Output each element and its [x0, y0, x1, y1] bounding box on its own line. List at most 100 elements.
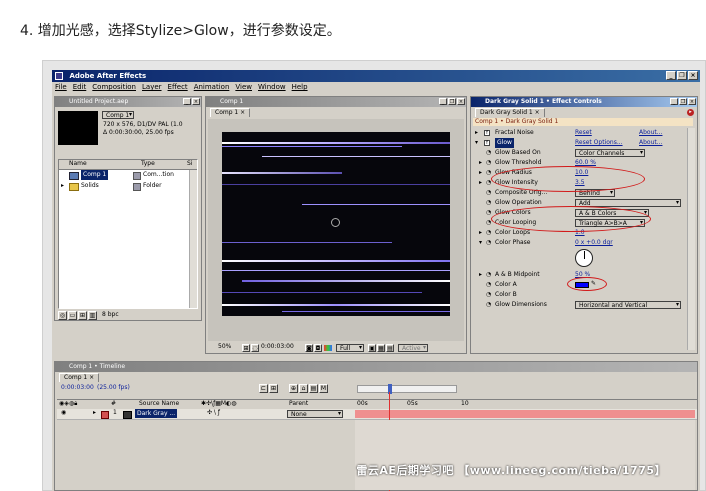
prop-color-phase[interactable]: ▾ ◔ Color Phase 0 x +0.0 dgr	[473, 238, 693, 248]
channel-rgb-icon[interactable]	[324, 345, 332, 351]
fx-icon[interactable]: f	[484, 140, 490, 146]
reset-link[interactable]: Reset	[575, 128, 592, 138]
prop-color-b[interactable]: ◔ Color B	[473, 290, 693, 300]
project-list-item[interactable]: Comp 1 Com...tion	[59, 170, 197, 180]
time-navigator[interactable]	[357, 384, 457, 394]
layer-name[interactable]: Dark Gray ...	[135, 409, 178, 418]
color-phase-value[interactable]: 0 x +0.0 dgr	[575, 238, 613, 248]
tab-timeline-comp-1[interactable]: Comp 1 ×	[59, 373, 100, 382]
stopwatch-icon[interactable]: ◔	[486, 188, 491, 198]
delete-icon[interactable]: ▥	[88, 311, 97, 320]
prop-glow-based-on[interactable]: ◔ Glow Based On Color Channels	[473, 148, 693, 158]
collapse-triangle-icon[interactable]: ▾	[479, 238, 482, 248]
expand-triangle-icon[interactable]: ▸	[479, 228, 482, 238]
col-size[interactable]: Si	[187, 159, 192, 169]
pixel-aspect-icon[interactable]: ▤	[386, 344, 394, 352]
expand-triangle-icon[interactable]: ▸	[61, 181, 64, 191]
effect-row-fractal-noise[interactable]: ▸ f Fractal Noise Reset About...	[473, 128, 693, 138]
stopwatch-icon[interactable]: ◔	[486, 168, 491, 178]
live-update-icon[interactable]: ⊞	[269, 384, 278, 393]
active-camera-dropdown[interactable]: Active	[398, 344, 428, 352]
expand-triangle-icon[interactable]: ▸	[479, 158, 482, 168]
expand-triangle-icon[interactable]: ▸	[479, 178, 482, 188]
stopwatch-icon[interactable]: ◔	[486, 198, 491, 208]
comp-mini-flowchart-icon[interactable]: ⊏	[259, 384, 268, 393]
stopwatch-icon[interactable]: ◔	[486, 158, 491, 168]
expand-triangle-icon[interactable]: ▸	[479, 270, 482, 280]
menu-composition[interactable]: Composition	[92, 82, 136, 93]
col-parent[interactable]: Parent	[289, 399, 308, 409]
reset-options-link[interactable]: Reset Options...	[575, 138, 623, 148]
collapse-triangle-icon[interactable]: ▾	[475, 138, 478, 148]
glow-dimensions-dropdown[interactable]: Horizontal and Vertical	[575, 301, 681, 309]
tab-dark-gray-solid[interactable]: Dark Gray Solid 1 ×	[475, 108, 545, 117]
project-list-scrollbar[interactable]	[189, 170, 197, 308]
menu-help[interactable]: Help	[292, 82, 308, 93]
effects-close-button[interactable]: ×	[688, 98, 696, 105]
new-comp-icon[interactable]: ⊞	[78, 311, 87, 320]
about-link[interactable]: About...	[639, 128, 662, 138]
expand-triangle-icon[interactable]: ▸	[93, 408, 96, 418]
menu-window[interactable]: Window	[258, 82, 286, 93]
transparency-grid-icon[interactable]: ▦	[377, 344, 385, 352]
stopwatch-icon[interactable]: ◔	[486, 148, 491, 158]
col-source-name[interactable]: Source Name	[139, 399, 179, 409]
motion-blur-icon[interactable]: M	[319, 384, 328, 393]
comp-close-button[interactable]: ×	[457, 98, 465, 105]
menu-effect[interactable]: Effect	[168, 82, 188, 93]
prop-glow-dimensions[interactable]: ◔ Glow Dimensions Horizontal and Vertica…	[473, 300, 693, 310]
close-button[interactable]: ×	[688, 71, 698, 80]
zoom-level[interactable]: 50%	[218, 342, 231, 352]
resolution-dropdown[interactable]: Full	[336, 344, 364, 352]
comp-timecode[interactable]: 0:00:03:00	[261, 342, 294, 352]
safe-margins-icon[interactable]: ⊞	[242, 344, 250, 352]
panel-menu-icon[interactable]: ▸	[687, 109, 694, 116]
effects-maximize-button[interactable]: ❐	[679, 98, 687, 105]
layer-label-color-icon[interactable]	[101, 411, 109, 419]
stopwatch-icon[interactable]: ◔	[486, 280, 491, 290]
maximize-button[interactable]: ❐	[677, 71, 687, 80]
project-minimize-button[interactable]: _	[183, 98, 191, 105]
timeline-layer-row[interactable]: ◉ ▸ 1 Dark Gray ... ✣ \ ƒ None	[57, 409, 697, 420]
stopwatch-icon[interactable]: ◔	[486, 238, 491, 248]
menu-view[interactable]: View	[235, 82, 252, 93]
timeline-timecode[interactable]: 0:00:03:00	[61, 383, 94, 393]
stopwatch-icon[interactable]: ◔	[486, 300, 491, 310]
menu-layer[interactable]: Layer	[142, 82, 162, 93]
frame-blending-icon[interactable]: ▤	[309, 384, 318, 393]
expand-triangle-icon[interactable]: ▸	[479, 168, 482, 178]
effects-minimize-button[interactable]: _	[670, 98, 678, 105]
comp-minimize-button[interactable]: _	[439, 98, 447, 105]
draft-3d-icon[interactable]: ⊕	[289, 384, 298, 393]
expand-triangle-icon[interactable]: ▸	[475, 128, 478, 138]
layer-duration-bar[interactable]	[355, 410, 695, 418]
menu-animation[interactable]: Animation	[194, 82, 230, 93]
menu-edit[interactable]: Edit	[73, 82, 87, 93]
stopwatch-icon[interactable]: ◔	[486, 228, 491, 238]
find-icon[interactable]: ◎	[58, 311, 67, 320]
col-type[interactable]: Type	[141, 159, 155, 169]
fx-icon[interactable]: f	[484, 130, 490, 136]
new-folder-icon[interactable]: ▭	[68, 311, 77, 320]
color-phase-dial[interactable]	[575, 249, 593, 267]
bit-depth-label[interactable]: 8 bpc	[102, 310, 119, 320]
stopwatch-icon[interactable]: ◔	[486, 270, 491, 280]
region-of-interest-icon[interactable]: ▣	[368, 344, 376, 352]
comp-maximize-button[interactable]: ❐	[448, 98, 456, 105]
comp-select-dropdown[interactable]: Comp 1	[102, 111, 134, 119]
project-list-item[interactable]: ▸ Solids Folder	[59, 181, 197, 191]
show-snapshot-icon[interactable]: ◘	[314, 344, 322, 352]
stopwatch-icon[interactable]: ◔	[486, 208, 491, 218]
about-link[interactable]: About...	[639, 138, 662, 148]
stopwatch-icon[interactable]: ◔	[486, 290, 491, 300]
layer-switches-row-icon[interactable]: ✣ \ ƒ	[207, 408, 220, 418]
project-close-button[interactable]: ×	[192, 98, 200, 105]
parent-dropdown[interactable]: None	[287, 410, 343, 418]
snapshot-icon[interactable]: ◙	[305, 344, 313, 352]
effect-controls-scrollbar[interactable]	[687, 128, 695, 350]
mask-view-icon[interactable]: ◌	[251, 344, 259, 352]
menu-file[interactable]: File	[55, 82, 67, 93]
hide-shy-layers-icon[interactable]: ⌂	[299, 384, 308, 393]
tab-comp-1[interactable]: Comp 1 ×	[210, 108, 251, 117]
glow-based-on-dropdown[interactable]: Color Channels	[575, 149, 645, 157]
